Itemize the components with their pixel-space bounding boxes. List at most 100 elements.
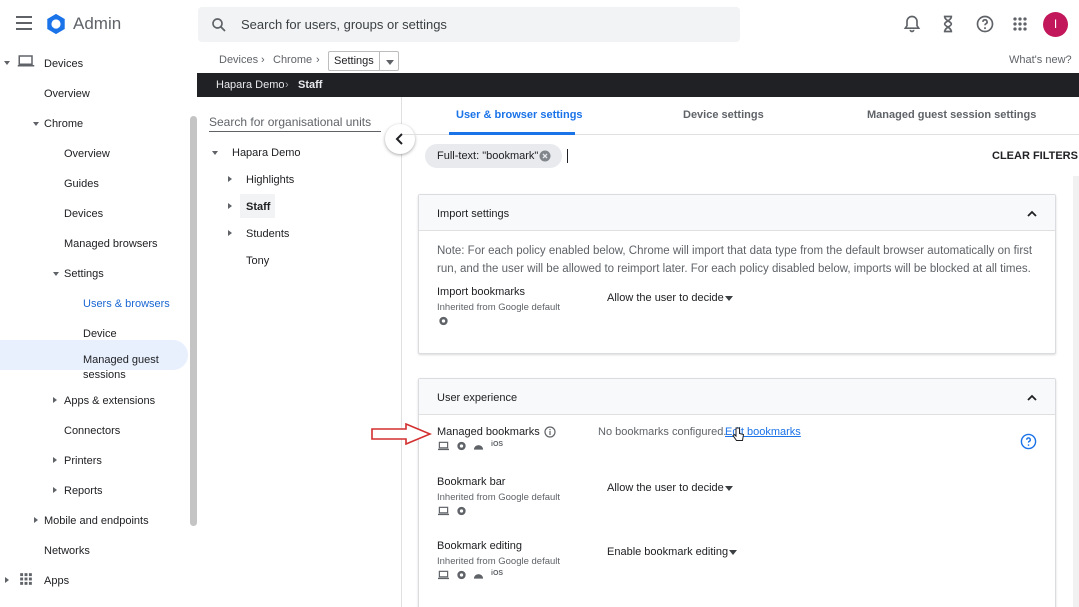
card-title: Import settings (437, 208, 510, 220)
filter-text-cursor[interactable] (567, 149, 568, 163)
content-scrollbar[interactable] (1073, 176, 1079, 607)
org-path-root[interactable]: Hapara Demo (216, 79, 284, 91)
chrome-icon (457, 506, 466, 516)
breadcrumb-separator: › (261, 54, 265, 66)
caret-right-icon[interactable] (53, 457, 57, 463)
nav-item-overview[interactable]: Overview (44, 88, 90, 100)
nav-item-chrome-overview[interactable]: Overview (64, 148, 110, 160)
admin-logo-icon[interactable] (45, 13, 67, 35)
nav-item-managed-guest-line2[interactable]: sessions (83, 369, 126, 381)
help-icon[interactable] (975, 14, 995, 34)
caret-right-icon[interactable] (228, 230, 232, 236)
chevron-up-icon[interactable] (1027, 209, 1037, 219)
hamburger-menu-icon[interactable] (16, 16, 32, 30)
chevron-down-icon (386, 60, 394, 65)
chrome-icon (439, 316, 448, 326)
caret-right-icon[interactable] (53, 397, 57, 403)
android-icon (473, 574, 484, 579)
caret-right-icon[interactable] (5, 577, 9, 583)
org-unit-tony[interactable]: Tony (246, 255, 269, 267)
org-unit-staff[interactable]: Staff (246, 201, 270, 213)
org-unit-highlights[interactable]: Highlights (246, 174, 294, 186)
caret-down-icon[interactable] (33, 122, 39, 126)
ios-icon: iOS (491, 570, 504, 577)
card-header[interactable]: User experience (419, 379, 1055, 415)
nav-item-networks[interactable]: Networks (44, 545, 90, 557)
help-icon[interactable] (1020, 433, 1037, 450)
top-bar: Admin Search for users, groups or settin… (0, 0, 1079, 50)
apps-grid-icon (20, 573, 32, 585)
hourglass-icon[interactable] (938, 14, 958, 34)
bell-icon[interactable] (902, 14, 922, 34)
policy-name-managed-bookmarks: Managed bookmarks (437, 426, 540, 438)
nav-item-chrome-devices[interactable]: Devices (64, 208, 103, 220)
settings-tabs: User & browser settings Device settings … (403, 97, 1079, 135)
policy-name-bookmark-editing: Bookmark editing (437, 540, 522, 552)
caret-right-icon[interactable] (228, 203, 232, 209)
tab-device-settings[interactable]: Device settings (683, 109, 764, 121)
whats-new-link[interactable]: What's new? (1009, 54, 1072, 66)
avatar[interactable]: I (1043, 12, 1068, 37)
policy-inherit: Inherited from Google default (437, 492, 561, 503)
info-icon[interactable] (544, 426, 556, 438)
caret-right-icon[interactable] (228, 176, 232, 182)
nav-item-apps[interactable]: Apps (44, 575, 69, 587)
nav-item-printers[interactable]: Printers (64, 455, 102, 467)
nav-item-guides[interactable]: Guides (64, 178, 99, 190)
devices-icon (17, 55, 35, 67)
tab-managed-guest-session-settings[interactable]: Managed guest session settings (867, 109, 1036, 121)
org-path-current: Staff (298, 79, 323, 91)
org-unit-search-input[interactable]: Search for organisational units (209, 115, 371, 129)
breadcrumb-chrome[interactable]: Chrome (273, 54, 312, 66)
caret-down-icon[interactable] (4, 61, 10, 65)
org-unit-students[interactable]: Students (246, 228, 289, 240)
breadcrumb-devices[interactable]: Devices (219, 54, 258, 66)
chevron-up-icon[interactable] (1027, 393, 1037, 403)
nav-item-mobile-endpoints[interactable]: Mobile and endpoints (44, 515, 149, 527)
left-nav: Devices Overview Chrome Overview Guides … (0, 50, 197, 607)
search-underline (209, 131, 381, 132)
user-experience-card: User experience Managed bookmarks iOS No… (418, 378, 1056, 607)
policy-name-bookmark-bar: Bookmark bar (437, 476, 506, 488)
caret-right-icon[interactable] (34, 517, 38, 523)
nav-item-chrome[interactable]: Chrome (44, 118, 83, 130)
org-path-separator: › (285, 79, 289, 91)
close-icon[interactable] (539, 150, 551, 162)
caret-down-icon[interactable] (53, 272, 59, 276)
managed-bookmarks-value: No bookmarks configured. (598, 426, 727, 438)
chevron-down-icon[interactable] (729, 550, 737, 555)
search-input[interactable]: Search for users, groups or settings (241, 17, 447, 32)
caret-right-icon[interactable] (53, 487, 57, 493)
nav-item-users-browsers[interactable]: Users & browsers (83, 298, 170, 310)
chevron-down-icon[interactable] (725, 296, 733, 301)
nav-item-apps-extensions[interactable]: Apps & extensions (64, 395, 155, 407)
nav-item-connectors[interactable]: Connectors (64, 425, 120, 437)
org-units-panel: Search for organisational units Hapara D… (197, 97, 402, 607)
search-bar[interactable]: Search for users, groups or settings (198, 7, 740, 42)
nav-item-devices[interactable]: Devices (44, 58, 83, 70)
import-bookmarks-dropdown[interactable]: Allow the user to decide (607, 292, 724, 304)
policy-inherit: Inherited from Google default (437, 302, 561, 313)
nav-item-managed-guest[interactable]: Managed guest (83, 354, 159, 366)
card-header[interactable]: Import settings (419, 195, 1055, 231)
breadcrumb-separator: › (316, 54, 320, 66)
nav-item-managed-browsers[interactable]: Managed browsers (64, 238, 158, 250)
bookmark-bar-dropdown[interactable]: Allow the user to decide (607, 482, 724, 494)
apps-grid-icon[interactable] (1010, 14, 1030, 34)
tab-user-browser-settings[interactable]: User & browser settings (456, 109, 583, 121)
caret-down-icon[interactable] (212, 151, 218, 155)
nav-item-reports[interactable]: Reports (64, 485, 103, 497)
bookmark-editing-dropdown[interactable]: Enable bookmark editing (607, 546, 728, 558)
org-unit-hapara-demo[interactable]: Hapara Demo (232, 147, 300, 159)
chevron-down-icon[interactable] (725, 486, 733, 491)
nav-scrollbar[interactable] (190, 116, 197, 526)
import-settings-card: Import settings Note: For each policy en… (418, 194, 1056, 354)
ios-icon: iOS (491, 441, 504, 448)
clear-filters-button[interactable]: CLEAR FILTERS (992, 150, 1078, 162)
nav-item-device[interactable]: Device (83, 328, 117, 340)
red-arrow-annotation (371, 423, 432, 445)
nav-item-settings[interactable]: Settings (64, 268, 104, 280)
laptop-icon (438, 506, 449, 516)
breadcrumb-settings-dropdown[interactable]: Settings (328, 51, 399, 71)
filter-chip[interactable]: Full-text: "bookmark" (425, 144, 562, 168)
